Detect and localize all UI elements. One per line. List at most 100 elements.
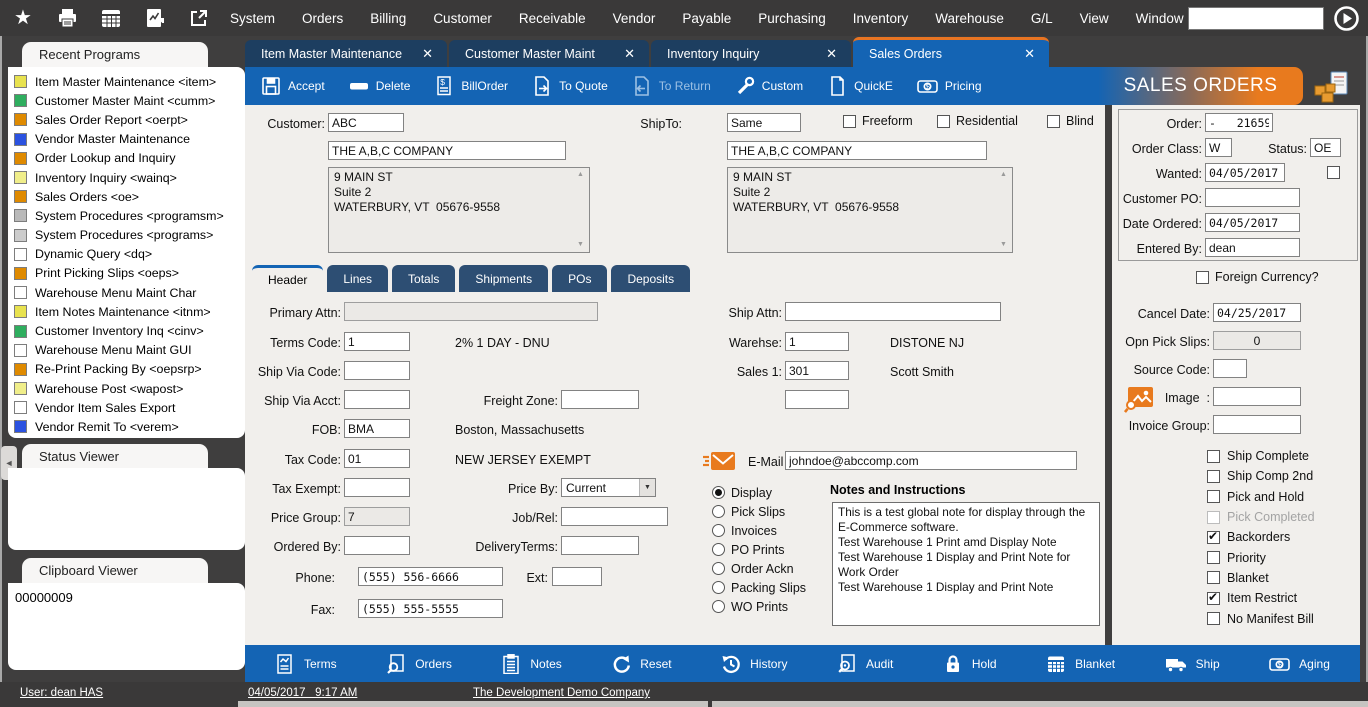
delete-button[interactable]: Delete — [349, 76, 411, 96]
menubar-menu[interactable]: Window — [1136, 11, 1184, 26]
status-field[interactable] — [1310, 138, 1341, 157]
sales2-field[interactable] — [785, 390, 849, 409]
recent-program-item[interactable]: Customer Master Maint <cumm> — [8, 91, 245, 110]
primary-attn-field[interactable] — [344, 302, 598, 321]
order-flag-checkbox[interactable]: Pick and Hold — [1207, 487, 1315, 507]
audit-button[interactable]: Audit — [837, 654, 893, 674]
recent-program-item[interactable]: Sales Orders <oe> — [8, 187, 245, 206]
recent-program-item[interactable]: Customer Inventory Inq <cinv> — [8, 321, 245, 340]
statusbar-datetime[interactable]: 04/05/2017 9:17 AM — [248, 687, 357, 699]
menubar-menu[interactable]: Customer — [433, 11, 492, 26]
recent-program-item[interactable]: Warehouse Post <wapost> — [8, 379, 245, 398]
job-rel-field[interactable] — [561, 507, 668, 526]
go-search-icon[interactable] — [1332, 4, 1360, 32]
terms-code-field[interactable] — [344, 332, 410, 351]
print-option-radio[interactable]: Display — [712, 483, 806, 502]
notes-button[interactable]: Notes — [501, 654, 561, 674]
recent-program-item[interactable]: Vendor Item Sales Export — [8, 398, 245, 417]
reset-button[interactable]: Reset — [611, 654, 671, 674]
opn-pick-slips-field[interactable] — [1213, 331, 1301, 350]
source-code-field[interactable] — [1213, 359, 1247, 378]
print-option-radio[interactable]: PO Prints — [712, 540, 806, 559]
custom-button[interactable]: Custom — [735, 76, 803, 96]
recent-program-item[interactable]: Inventory Inquiry <wainq> — [8, 168, 245, 187]
menubar-menu[interactable]: View — [1080, 11, 1109, 26]
wanted-date-field[interactable] — [1205, 163, 1285, 182]
statusbar-user[interactable]: User: dean HAS — [20, 687, 103, 699]
scroll-down-icon[interactable]: ▼ — [1000, 241, 1007, 248]
phone-field[interactable] — [358, 567, 503, 586]
recent-program-item[interactable]: System Procedures <programsm> — [8, 206, 245, 225]
aging-button[interactable]: $ Aging — [1269, 654, 1330, 674]
recent-programs-header[interactable]: Recent Programs — [22, 42, 208, 67]
recent-program-item[interactable]: Warehouse Menu Maint Char — [8, 283, 245, 302]
menubar-menu[interactable]: Inventory — [853, 11, 909, 26]
ext-field[interactable] — [552, 567, 602, 586]
ship-attn-field[interactable] — [785, 302, 1001, 321]
hold-button[interactable]: Hold — [943, 654, 997, 674]
recent-program-item[interactable]: Warehouse Menu Maint GUI — [8, 341, 245, 360]
ship-via-code-field[interactable] — [344, 361, 410, 380]
image-field[interactable] — [1213, 387, 1301, 406]
ordered-by-field[interactable] — [344, 536, 410, 555]
favorites-star-icon[interactable]: ★ — [12, 7, 34, 29]
order-class-field[interactable] — [1205, 138, 1232, 157]
billorder-button[interactable]: $ BillOrder — [434, 76, 508, 96]
menubar-menu[interactable]: G/L — [1031, 11, 1053, 26]
tab-sales-orders[interactable]: Sales Orders ✕ — [853, 37, 1049, 67]
tax-code-field[interactable] — [344, 449, 410, 468]
recent-program-item[interactable]: Sales Order Report <oerpt> — [8, 110, 245, 129]
order-flag-checkbox[interactable]: Item Restrict — [1207, 588, 1315, 608]
freight-zone-field[interactable] — [561, 390, 639, 409]
detail-tab[interactable]: Lines — [327, 265, 388, 292]
menubar-menu[interactable]: Warehouse — [935, 11, 1004, 26]
cancel-date-field[interactable] — [1213, 303, 1301, 322]
price-group-field[interactable] — [344, 507, 410, 526]
menubar-menu[interactable]: Purchasing — [758, 11, 826, 26]
order-flag-checkbox[interactable]: Backorders — [1207, 527, 1315, 547]
open-window-icon[interactable] — [188, 7, 210, 29]
close-icon[interactable]: ✕ — [624, 46, 635, 62]
tab-customer-master-maint[interactable]: Customer Master Maint ✕ — [449, 40, 649, 67]
recent-program-item[interactable]: Vendor Master Maintenance — [8, 130, 245, 149]
order-flag-checkbox[interactable]: Ship Complete — [1207, 446, 1315, 466]
search-input[interactable] — [1188, 7, 1324, 30]
print-icon[interactable] — [56, 7, 78, 29]
detail-tab[interactable]: Header — [252, 265, 323, 292]
statusbar-company[interactable]: The Development Demo Company — [473, 687, 650, 699]
notes-field[interactable]: This is a test global note for display t… — [832, 502, 1100, 626]
pricing-button[interactable]: $ Pricing — [917, 76, 982, 96]
warehouse-field[interactable] — [785, 332, 849, 351]
customer-po-field[interactable] — [1205, 188, 1300, 207]
recent-program-item[interactable]: Order Lookup and Inquiry — [8, 149, 245, 168]
fax-field[interactable] — [358, 599, 503, 618]
customer-company-field[interactable] — [328, 141, 566, 160]
calendar-icon[interactable] — [100, 7, 122, 29]
recent-program-item[interactable]: Item Master Maintenance <item> — [8, 72, 245, 91]
date-ordered-field[interactable] — [1205, 213, 1300, 232]
ship-button[interactable]: Ship — [1165, 654, 1220, 674]
print-option-radio[interactable]: Order Ackn — [712, 559, 806, 578]
customer-code-field[interactable] — [328, 113, 404, 132]
detail-tab[interactable]: Shipments — [459, 265, 548, 292]
order-flag-checkbox[interactable]: Priority — [1207, 547, 1315, 567]
email-icon[interactable] — [703, 449, 737, 473]
accept-button[interactable]: Accept — [261, 76, 325, 96]
menubar-menu[interactable]: Billing — [370, 11, 406, 26]
recent-program-item[interactable]: Print Picking Slips <oeps> — [8, 264, 245, 283]
order-flag-checkbox[interactable]: Blanket — [1207, 568, 1315, 588]
recent-program-item[interactable]: Vendor Remit To <verem> — [8, 417, 245, 436]
ship-via-acct-field[interactable] — [344, 390, 410, 409]
wanted-checkbox[interactable] — [1327, 166, 1340, 179]
sales1-field[interactable] — [785, 361, 849, 380]
order-flag-checkbox[interactable]: Pick Completed — [1207, 507, 1315, 527]
detail-tab[interactable]: Totals — [392, 265, 455, 292]
image-icon[interactable] — [1124, 386, 1154, 413]
to-return-button[interactable]: To Return — [632, 76, 711, 96]
print-option-radio[interactable]: Packing Slips — [712, 578, 806, 597]
clipboard-viewer-header[interactable]: Clipboard Viewer — [22, 558, 208, 583]
orders-button[interactable]: Orders — [386, 654, 452, 674]
menubar-menu[interactable]: Receivable — [519, 11, 586, 26]
recent-program-item[interactable]: System Procedures <programs> — [8, 226, 245, 245]
email-field[interactable] — [785, 451, 1077, 470]
